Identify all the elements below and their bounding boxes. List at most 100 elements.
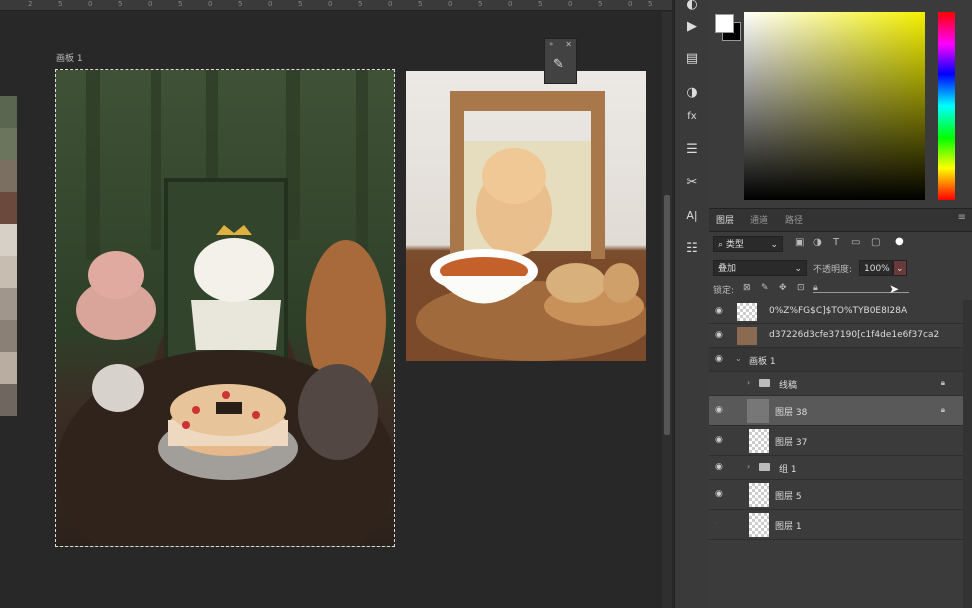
layer-name: 图层 38	[775, 408, 808, 418]
lock-position-icon[interactable]: ✥	[779, 283, 787, 293]
libraries-icon[interactable]: ▤	[683, 50, 701, 68]
properties-icon[interactable]: ☰	[683, 141, 701, 159]
lock-icon: 🔒︎	[940, 405, 945, 414]
pixel-filter-icon[interactable]: ▣	[795, 237, 804, 248]
shape-filter-icon[interactable]: ▭	[851, 237, 860, 248]
layer-thumbnail	[737, 327, 757, 345]
layer-name: 图层 37	[775, 438, 808, 448]
adjustment-filter-icon[interactable]: ◑	[813, 237, 822, 248]
tab-paths[interactable]: 路径	[785, 213, 803, 226]
layer-thumbnail	[737, 303, 757, 321]
swatch-strip	[0, 96, 17, 422]
visibility-eye-icon[interactable]: ◉	[715, 489, 723, 499]
ruler-tick: 0	[628, 0, 633, 8]
ruler-tick: 5	[358, 0, 363, 8]
swatch-strip-cell	[0, 256, 17, 288]
adjustments-icon[interactable]: ◑	[683, 84, 701, 102]
chevron-down-icon: ⌄	[896, 264, 904, 274]
ruler-tick: 0	[448, 0, 453, 8]
type-filter-icon[interactable]: T	[833, 237, 839, 248]
tools-icon[interactable]: ✂	[683, 174, 701, 192]
close-icon[interactable]: ✕	[565, 40, 572, 49]
layer-row[interactable]: · 图层 1	[709, 510, 963, 540]
color-picker-field[interactable]	[744, 12, 925, 200]
layer-thumbnail	[747, 399, 769, 423]
ruler-tick: 5	[418, 0, 423, 8]
layer-filter-row: ⌕ 类型 ⌄ ▣ ◑ T ▭ ▢ ●	[709, 232, 972, 256]
lock-artboard-icon[interactable]: ⊡	[797, 283, 805, 293]
search-icon: ⌕	[718, 240, 726, 250]
brush-settings-icon[interactable]: ✎	[553, 57, 564, 72]
swatch-strip-cell	[0, 224, 17, 256]
artboard-row[interactable]: ◉ ⌄ 画板 1	[709, 348, 963, 372]
folder-icon	[759, 463, 770, 471]
ruler-tick: 0	[508, 0, 513, 8]
layer-row-selected[interactable]: ◉ 图层 38 🔒︎	[709, 396, 963, 426]
opacity-input[interactable]: 100%	[859, 260, 893, 276]
layer-row[interactable]: ◉ 图层 5	[709, 480, 963, 510]
ruler-tick: 5	[58, 0, 63, 8]
layer-thumbnail	[749, 513, 769, 537]
visibility-eye-icon[interactable]: ◉	[715, 462, 723, 472]
foreground-color-swatch[interactable]	[715, 14, 734, 33]
opacity-dropdown[interactable]: ⌄	[893, 260, 907, 276]
visibility-eye-icon[interactable]: ◉	[715, 354, 723, 364]
ruler-tick: 5	[118, 0, 123, 8]
chevron-right-icon[interactable]: ›	[747, 462, 750, 471]
blend-mode-select[interactable]: 叠加 ⌄	[713, 260, 807, 276]
visibility-eye-icon[interactable]: ◉	[715, 330, 723, 340]
visibility-eye-icon[interactable]: ◉	[715, 306, 723, 316]
cat-photo-layer[interactable]	[406, 71, 646, 361]
smart-object-filter-icon[interactable]: ▢	[871, 237, 880, 248]
layer-row[interactable]: ◉ 图层 37	[709, 426, 963, 456]
ruler-tick: 5	[178, 0, 183, 8]
layer-group-row[interactable]: ◉ › 组 1	[709, 456, 963, 480]
panel-dock-icons: ◐ ▶ ▤ ◑ fx ☰ ✂ A| ☷	[674, 0, 710, 608]
swatch-strip-cell	[0, 192, 17, 224]
chevron-down-icon[interactable]: ⌄	[735, 354, 742, 363]
ruler-tick: 5	[478, 0, 483, 8]
collapse-icon[interactable]: »	[549, 40, 553, 48]
visibility-toggle-empty[interactable]: ·	[715, 519, 718, 529]
floating-tool-panel[interactable]: » ✕ ✎	[544, 38, 577, 84]
canvas-scroll-thumb[interactable]	[664, 195, 670, 435]
ruler-tick: 5	[598, 0, 603, 8]
tab-layers[interactable]: 图层	[716, 213, 734, 226]
character-icon[interactable]: A|	[683, 207, 701, 225]
swatch-strip-cell	[0, 96, 17, 128]
layers-list: ◉ 0%Z%FG$C]$TO%TYB0E8I28A ◉ d37226d3cfe3…	[709, 300, 963, 600]
layers-scrollbar[interactable]	[963, 300, 972, 608]
horizontal-ruler: 2 5 0 5 0 5 0 5 0 5 0 5 0 5 0 5 0 5 0 5 …	[0, 0, 672, 11]
lock-label: 锁定:	[713, 286, 735, 296]
layers-panel-tabs: 图层 通道 路径 ≡	[709, 208, 972, 232]
play-icon[interactable]: ▶	[683, 18, 701, 36]
ruler-tick: 2	[28, 0, 33, 8]
sliders-icon[interactable]: ☷	[683, 240, 701, 258]
artboard-label[interactable]: 画板 1	[56, 51, 83, 64]
tab-channels[interactable]: 通道	[750, 213, 768, 226]
layer-row[interactable]: ◉ d37226d3cfe37190[c1f4de1e6f37ca2	[709, 324, 963, 348]
layer-name: 组 1	[779, 465, 797, 475]
ruler-tick: 0	[148, 0, 153, 8]
visibility-eye-icon[interactable]: ◉	[715, 435, 723, 445]
layer-group-row[interactable]: › 线稿 🔒︎	[709, 372, 963, 396]
history-icon[interactable]: ◐	[683, 0, 701, 14]
artboard-illustration[interactable]	[55, 69, 395, 547]
ruler-tick: 0	[388, 0, 393, 8]
styles-icon[interactable]: fx	[683, 108, 701, 126]
filter-toggle-icon[interactable]: ●	[895, 236, 904, 247]
hue-slider[interactable]	[938, 12, 955, 200]
swatch-strip-cell	[0, 352, 17, 384]
filter-kind-select[interactable]: ⌕ 类型 ⌄	[713, 236, 783, 252]
chevron-right-icon[interactable]: ›	[747, 378, 750, 387]
panel-menu-icon[interactable]: ≡	[958, 212, 966, 223]
lock-image-icon[interactable]: ✎	[761, 283, 769, 293]
layer-name: 图层 1	[775, 522, 802, 532]
visibility-eye-icon[interactable]: ◉	[715, 405, 723, 415]
ruler-tick: 0	[568, 0, 573, 8]
lock-transparent-icon[interactable]: ⊠	[743, 283, 751, 293]
layer-row[interactable]: ◉ 0%Z%FG$C]$TO%TYB0E8I28A	[709, 300, 963, 324]
ruler-tick: 0	[268, 0, 273, 8]
swatch-strip-cell	[0, 288, 17, 320]
layer-name: d37226d3cfe37190[c1f4de1e6f37ca2	[769, 330, 940, 340]
